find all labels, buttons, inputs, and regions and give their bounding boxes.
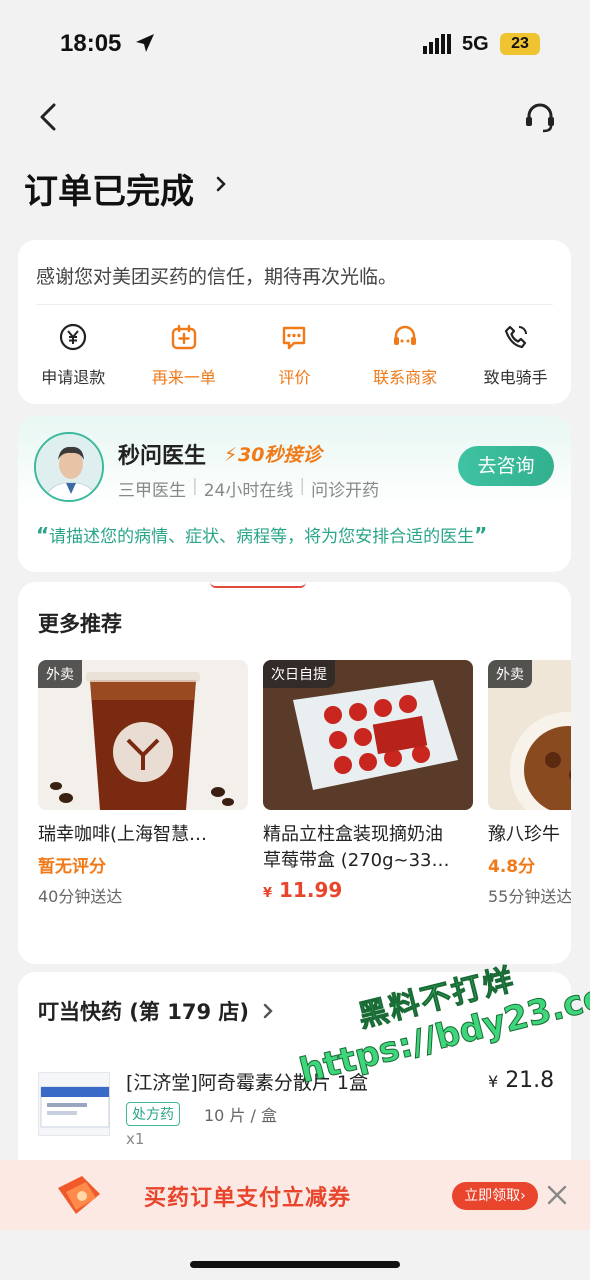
battery-icon: 23: [500, 33, 540, 55]
item-name-line1: 精品立柱盒装现摘奶油: [263, 824, 443, 845]
price-value: 21.8: [505, 1068, 555, 1093]
reorder-icon: [171, 324, 197, 350]
close-icon[interactable]: [546, 1184, 568, 1206]
doctor-prompt-text: 请描述您的病情、症状、病程等，将为您安排合适的医生: [49, 527, 475, 547]
doctor-tag: 三甲医生: [118, 481, 186, 501]
status-time: 18:05: [60, 30, 122, 57]
product-spec: 10 片 / 盒: [204, 1106, 278, 1125]
item-tag: 次日自提: [263, 660, 335, 688]
recommend-carousel[interactable]: 外卖 瑞幸咖啡(上海智慧… 暂无评分 40分钟送达 次日自提 精品立柱盒装现摘奶…: [38, 660, 571, 960]
product-image: 次日自提: [263, 660, 473, 810]
item-tag: 外卖: [38, 660, 82, 688]
quote-close: ”: [474, 523, 488, 547]
fast-consult-text: 30秒接诊: [238, 444, 322, 466]
signal-icon: [423, 34, 451, 54]
review-label: 评价: [278, 368, 311, 387]
thanks-message: 感谢您对美团买药的信任，期待再次光临。: [36, 266, 398, 288]
call-rider-icon: [504, 325, 527, 349]
claim-coupon-button[interactable]: 立即领取›: [452, 1182, 538, 1210]
doctor-service-name: 秒问医生: [118, 444, 207, 469]
decorative-tab: [210, 582, 306, 588]
separator: |: [299, 476, 306, 496]
coupon-text: 买药订单支付立减券: [144, 1186, 352, 1211]
item-name: 瑞幸咖啡(上海智慧…: [38, 824, 208, 845]
divider: [36, 304, 553, 305]
product-image: 外卖: [488, 660, 571, 810]
lightning-icon: ⚡︎: [224, 444, 238, 466]
review-icon: [283, 326, 306, 350]
order-actions-card: 感谢您对美团买药的信任，期待再次光临。 申请退款 再来一单 评价 联系商家 致电…: [18, 240, 571, 404]
price-value: 11.99: [279, 878, 343, 902]
quote-open: “: [36, 523, 50, 547]
product-thumbnail[interactable]: [38, 1072, 110, 1136]
doctor-prompt: “请描述您的病情、症状、病程等，将为您安排合适的医生”: [36, 522, 487, 547]
recommend-item-beef[interactable]: 外卖 豫八珍牛 4.8分 55分钟送达: [488, 660, 571, 907]
item-price: ¥ 11.99: [263, 878, 473, 902]
status-bar: 18:05 5G 23: [0, 0, 590, 80]
refund-label: 申请退款: [41, 368, 106, 387]
store-name[interactable]: 叮当快药 (第 179 店): [38, 996, 249, 1026]
recommend-card: 更多推荐 外卖 瑞幸咖啡(上海智慧… 暂无评分 40分钟送达 次日自提 精品立柱…: [18, 582, 571, 964]
call-rider-label: 致电骑手: [483, 368, 548, 387]
item-delivery: 40分钟送达: [38, 887, 123, 906]
separator: |: [192, 476, 198, 496]
customer-service-icon[interactable]: [522, 100, 558, 136]
page-title[interactable]: 订单已完成: [24, 164, 194, 213]
prescription-badge: 处方药: [126, 1102, 180, 1126]
item-rating: 4.8分: [488, 857, 536, 877]
network-type: 5G: [462, 33, 489, 55]
product-price: ¥ 21.8: [488, 1068, 554, 1093]
recommend-item-strawberry[interactable]: 次日自提 精品立柱盒装现摘奶油 草莓带盒 (270g~33… ¥ 11.99: [263, 660, 473, 902]
item-name-line2: 草莓带盒 (270g~33…: [263, 850, 450, 871]
location-arrow-icon: [136, 34, 154, 52]
home-indicator[interactable]: [190, 1261, 400, 1268]
coupon-banner[interactable]: 买药订单支付立减券 立即领取›: [0, 1160, 590, 1230]
contact-merchant-icon: [394, 325, 417, 345]
currency: ¥: [488, 1072, 499, 1091]
item-name: 豫八珍牛: [488, 824, 560, 845]
call-rider-button[interactable]: 致电骑手: [460, 322, 571, 388]
chevron-right-icon[interactable]: [262, 1002, 274, 1020]
back-icon[interactable]: [32, 100, 66, 134]
doctor-consult-card[interactable]: 秒问医生 ⚡︎30秒接诊 三甲医生 | 24小时在线 | 问诊开药 去咨询 “请…: [18, 416, 571, 572]
contact-merchant-label: 联系商家: [373, 368, 438, 387]
refund-button[interactable]: 申请退款: [18, 322, 129, 388]
recommend-title: 更多推荐: [38, 612, 122, 636]
coupon-icon: [58, 1176, 100, 1214]
chevron-right-icon[interactable]: [212, 172, 230, 196]
doctor-tags: 三甲医生 | 24小时在线 | 问诊开药: [118, 476, 379, 501]
doctor-avatar: [34, 432, 104, 502]
reorder-label: 再来一单: [151, 368, 216, 387]
item-rating: 暂无评分: [38, 857, 106, 877]
reorder-button[interactable]: 再来一单: [129, 322, 240, 388]
product-quantity: x1: [126, 1130, 145, 1148]
item-delivery: 55分钟送达: [488, 887, 571, 906]
item-tag: 外卖: [488, 660, 532, 688]
doctor-tag: 24小时在线: [203, 481, 294, 501]
recommend-item-coffee[interactable]: 外卖 瑞幸咖啡(上海智慧… 暂无评分 40分钟送达: [38, 660, 248, 907]
currency: ¥: [263, 886, 273, 901]
review-button[interactable]: 评价: [239, 322, 350, 388]
consult-button[interactable]: 去咨询: [458, 446, 554, 486]
contact-merchant-button[interactable]: 联系商家: [350, 322, 461, 388]
refund-icon: [60, 323, 87, 351]
fast-consult-badge: ⚡︎30秒接诊: [224, 440, 321, 467]
doctor-tag: 问诊开药: [311, 481, 380, 501]
product-image: 外卖: [38, 660, 248, 810]
order-actions: 申请退款 再来一单 评价 联系商家 致电骑手: [18, 322, 571, 388]
item-name: 精品立柱盒装现摘奶油 草莓带盒 (270g~33…: [263, 822, 473, 874]
